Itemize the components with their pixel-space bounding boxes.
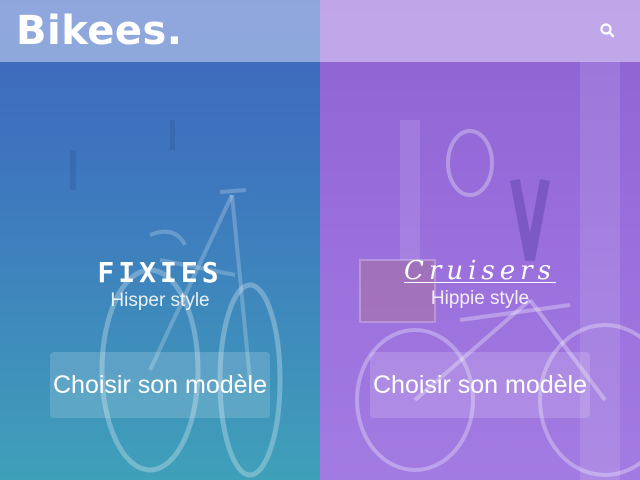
- header-band-right: [320, 0, 640, 62]
- choose-model-button-fixies[interactable]: Choisir son modèle: [50, 352, 270, 418]
- site-logo[interactable]: Bikees.: [16, 6, 183, 56]
- category-title: Cruisers: [404, 256, 556, 286]
- category-subtitle: Hippie style: [430, 288, 530, 309]
- search-button[interactable]: [598, 21, 618, 41]
- category-subtitle: Hisper style: [110, 290, 210, 311]
- category-label-cruisers: Cruisers Hippie style: [320, 256, 640, 310]
- search-icon: [600, 23, 615, 38]
- category-label-fixies: FIXIES Hisper style: [0, 258, 320, 312]
- top-header: Bikees.: [0, 0, 640, 62]
- category-title: FIXIES: [97, 256, 223, 289]
- choose-model-button-cruisers[interactable]: Choisir son modèle: [370, 352, 590, 418]
